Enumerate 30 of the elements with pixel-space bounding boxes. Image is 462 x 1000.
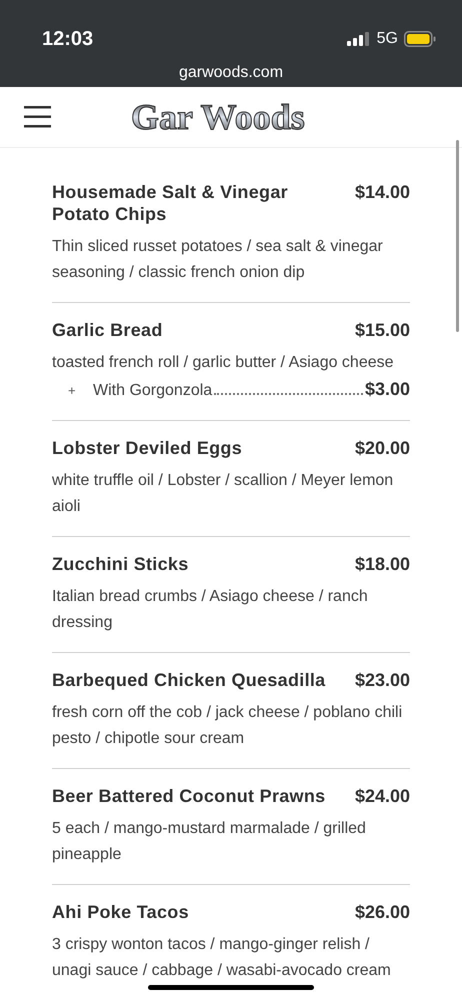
item-description: Thin sliced russet potatoes / sea salt & vinegar seasoning / classic french onion dip [52,237,384,283]
item-name: Barbequed Chicken Quesadilla [52,669,326,691]
item-name: Garlic Bread [52,319,163,341]
menu-icon[interactable] [24,106,51,128]
item-description: toasted french roll / garlic butter / Asiago cheese [52,353,395,373]
item-description: 5 each / mango-mustard marmalade / grilled pineapple [52,819,367,865]
item-price: $15.00 [354,319,410,341]
addon-price: $3.00 [364,378,410,401]
url-text[interactable]: garwoods.com [178,61,284,85]
item-description: Italian bread crumbs / Asiago cheese / ranch dressing [52,587,369,633]
item-name: Zucchini Sticks [52,553,189,575]
item-description: white truffle oil / Lobster / scallion / Meyer lemon aioli [52,471,394,517]
plus-marker: + [68,382,77,400]
item-price: $23.00 [354,669,410,691]
item-price: $14.00 [354,181,410,203]
signal-icon [346,32,371,46]
clock-time: 12:03 [42,27,94,52]
item-price: $26.00 [354,901,410,923]
item-description: 3 crispy wonton tacos / mango-ginger relish / unagi sauce / cabbage / wasabi-avocado cream [52,935,392,981]
network-label: 5G [376,29,398,49]
item-price: $18.00 [354,553,410,575]
addon-name: With Gorgonzola [93,381,212,401]
item-name: Lobster Deviled Eggs [52,437,242,459]
item-price: $24.00 [354,785,410,807]
battery-icon [404,31,436,47]
item-name: Ahi Poke Tacos [52,901,189,923]
item-name: Beer Battered Coconut Prawns [52,785,326,807]
item-name: Housemade Salt & Vinegar Potato Chips [52,181,289,225]
item-price: $20.00 [354,437,410,459]
item-description: fresh corn off the cob / jack cheese / poblano chili pesto / chipotle sour cream [52,703,404,749]
